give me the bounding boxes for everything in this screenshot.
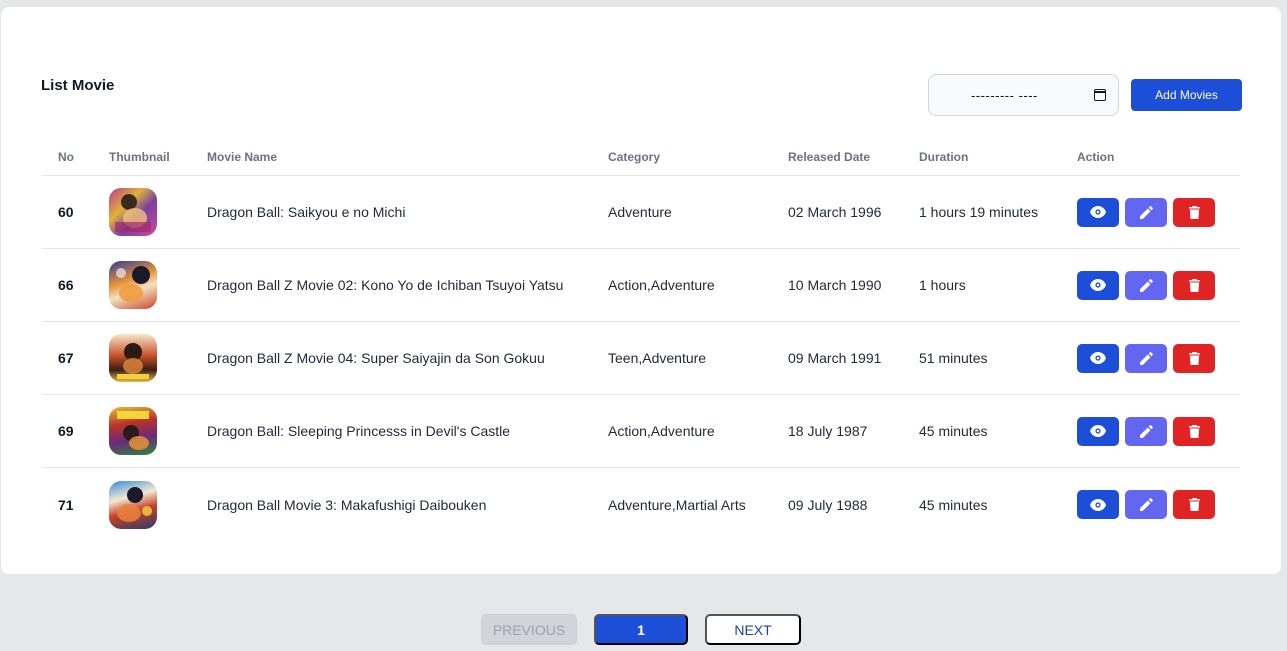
cell-actions [1077,197,1240,227]
edit-button[interactable] [1125,197,1167,227]
cell-no: 60 [58,204,74,220]
trash-icon [1188,351,1200,365]
delete-button[interactable] [1173,490,1215,519]
page-title: List Movie [41,77,115,94]
eye-icon [1090,206,1106,218]
delete-button[interactable] [1173,416,1215,446]
calendar-icon[interactable] [1094,89,1106,101]
view-button[interactable] [1077,343,1119,373]
date-filter-value: --------- ---- [971,87,1038,103]
date-filter-input[interactable]: --------- ---- [928,74,1119,116]
cell-released-date: 02 March 1996 [788,204,882,220]
cell-thumbnail [109,261,207,309]
cell-category: Action,Adventure [608,423,715,439]
eye-icon [1090,498,1106,511]
cell-duration: 1 hours [919,277,966,293]
movie-thumbnail [109,407,157,455]
cell-actions [1077,343,1240,373]
current-page-button[interactable]: 1 [594,614,688,645]
edit-button[interactable] [1125,416,1167,446]
movie-thumbnail [109,261,157,309]
header-category: Category [608,149,661,164]
cell-released-date: 18 July 1987 [788,423,868,439]
view-button[interactable] [1077,270,1119,300]
cell-movie-name: Dragon Ball Movie 3: Makafushigi Daibouk… [207,496,487,513]
cell-category: Adventure [608,204,672,220]
pencil-icon [1139,424,1153,438]
cell-actions [1077,270,1240,300]
cell-movie-name: Dragon Ball Z Movie 02: Kono Yo de Ichib… [207,277,564,293]
cell-thumbnail [109,188,207,236]
view-button[interactable] [1077,416,1119,446]
table-row: 71 Dragon Ball Movie 3: Makafushigi Daib… [42,468,1240,541]
delete-button[interactable] [1173,343,1215,373]
cell-released-date: 09 March 1991 [788,350,882,366]
cell-duration: 1 hours 19 minutes [919,204,1039,220]
movie-table: No Thumbnail Movie Name Category Release… [42,138,1240,541]
cell-released-date: 10 March 1990 [788,277,882,293]
movie-list-card: List Movie --------- ---- Add Movies No … [1,7,1281,574]
header-duration: Duration [919,149,969,164]
next-page-button[interactable]: NEXT [705,614,801,645]
movie-thumbnail [109,334,157,382]
eye-icon [1090,352,1106,364]
header-action: Action [1077,149,1115,164]
cell-actions [1077,416,1240,446]
eye-icon [1090,279,1106,291]
cell-category: Adventure,Martial Arts [608,496,746,513]
table-row: 69 Dragon Ball: Sleeping Princesss in De… [42,395,1240,468]
table-header: No Thumbnail Movie Name Category Release… [42,138,1240,176]
cell-duration: 45 minutes [919,496,988,513]
cell-no: 69 [58,423,74,439]
table-row: 67 Dragon Ball Z Movie 04: Super Saiyaji… [42,322,1240,395]
previous-page-button[interactable]: PREVIOUS [481,614,577,645]
edit-button[interactable] [1125,270,1167,300]
cell-thumbnail [109,334,207,382]
cell-duration: 51 minutes [919,350,988,366]
movie-thumbnail [109,188,157,236]
view-button[interactable] [1077,490,1119,519]
trash-icon [1188,424,1200,438]
table-row: 60 Dragon Ball: Saikyou e no Michi Adven… [42,176,1240,249]
cell-actions [1077,490,1240,519]
cell-movie-name: Dragon Ball: Sleeping Princesss in Devil… [207,423,511,439]
cell-category: Action,Adventure [608,277,715,293]
cell-released-date: 09 July 1988 [788,496,868,513]
header-movie-name: Movie Name [207,149,278,164]
cell-no: 71 [58,496,74,513]
cell-no: 67 [58,350,74,366]
header-no: No [58,149,74,164]
pencil-icon [1139,278,1153,292]
cell-thumbnail [109,480,207,529]
cell-thumbnail [109,407,207,455]
edit-button[interactable] [1125,343,1167,373]
trash-icon [1188,498,1200,511]
pencil-icon [1139,205,1153,219]
cell-movie-name: Dragon Ball Z Movie 04: Super Saiyajin d… [207,350,545,366]
cell-no: 66 [58,277,74,293]
add-movies-button[interactable]: Add Movies [1131,79,1242,111]
eye-icon [1090,425,1106,437]
movie-thumbnail [109,480,157,529]
cell-movie-name: Dragon Ball: Saikyou e no Michi [207,204,406,220]
header-released-date: Released Date [788,149,871,164]
trash-icon [1188,205,1200,219]
table-row: 66 Dragon Ball Z Movie 02: Kono Yo de Ic… [42,249,1240,322]
trash-icon [1188,278,1200,292]
view-button[interactable] [1077,197,1119,227]
delete-button[interactable] [1173,197,1215,227]
pencil-icon [1139,351,1153,365]
delete-button[interactable] [1173,270,1215,300]
header-thumbnail: Thumbnail [109,149,170,164]
pencil-icon [1139,498,1153,511]
edit-button[interactable] [1125,490,1167,519]
cell-category: Teen,Adventure [608,350,707,366]
pagination: PREVIOUS 1 NEXT [0,614,1287,646]
cell-duration: 45 minutes [919,423,988,439]
